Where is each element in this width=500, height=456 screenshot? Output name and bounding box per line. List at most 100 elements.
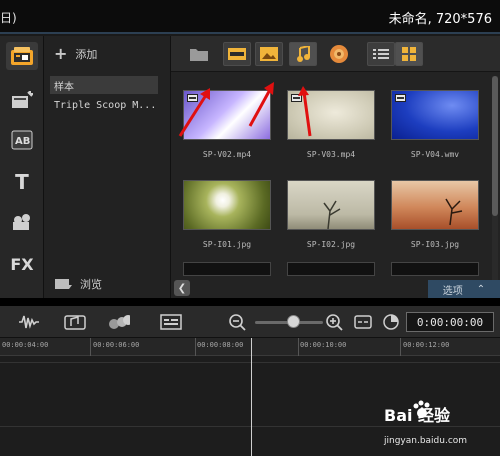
zoom-in-button[interactable] <box>323 312 345 332</box>
transition-icon: AB <box>11 130 33 150</box>
auto-music-button[interactable] <box>64 312 86 332</box>
show-video-button[interactable] <box>223 42 251 66</box>
media-label-sp-i02: SP-I02.jpg <box>306 240 356 249</box>
chevron-left-icon: ❮ <box>177 282 187 294</box>
thumbnail-view-button[interactable] <box>395 42 423 66</box>
timecode-display[interactable]: 0:00:00:00 <box>406 312 494 332</box>
media-thumb-partial[interactable] <box>183 262 271 276</box>
ruler-label: 00:00:08:00 <box>197 341 244 349</box>
add-label: 添加 <box>75 48 98 61</box>
media-thumb-sp-v04[interactable] <box>391 90 479 140</box>
graphics-icon <box>13 214 30 230</box>
collapse-left-button[interactable]: ❮ <box>174 280 190 296</box>
media-toolbar <box>171 36 500 72</box>
fit-project-icon <box>354 315 372 329</box>
folder-button[interactable] <box>185 42 213 66</box>
duration-button[interactable] <box>380 312 402 332</box>
library-item-triple-scoop[interactable]: Triple Scoop M... <box>54 100 156 111</box>
folder-icon <box>190 49 208 61</box>
tree-silhouette-icon <box>323 200 341 230</box>
filter-icon: FX <box>10 254 34 274</box>
ruler-label: 00:00:12:00 <box>403 341 450 349</box>
media-label-sp-i03: SP-I03.jpg <box>410 240 460 249</box>
sound-mixer-icon <box>19 315 39 329</box>
sort-button[interactable] <box>325 42 353 66</box>
duration-icon <box>383 314 399 330</box>
add-folder-button[interactable]: + 添加 <box>54 46 97 62</box>
timeline-ruler[interactable]: 00:00:04:00 00:00:06:00 00:00:08:00 00:0… <box>0 338 500 356</box>
media-label-sp-v04: SP-V04.wmv <box>410 150 460 159</box>
media-thumb-sp-i02[interactable] <box>287 180 375 230</box>
playhead[interactable] <box>251 338 252 456</box>
media-panel: SP-V02.mp4 SP-V03.mp4 SP-V04.wmv SP-I01.… <box>170 36 500 298</box>
fit-project-button[interactable] <box>352 312 374 332</box>
media-label-sp-v03: SP-V03.mp4 <box>306 150 356 159</box>
media-library-button[interactable] <box>6 42 38 70</box>
browse-icon <box>55 279 72 289</box>
title-icon: T <box>15 170 29 194</box>
timeline-toolbar: 0:00:00:00 <box>0 306 500 338</box>
baidu-watermark: Bai 经验 jingyan.baidu.com <box>384 400 496 452</box>
zoom-slider-knob[interactable] <box>287 315 300 328</box>
list-view-button[interactable] <box>367 42 395 66</box>
show-photo-icon <box>260 47 278 61</box>
ruler-label: 00:00:04:00 <box>2 341 49 349</box>
zoom-out-button[interactable] <box>226 312 248 332</box>
options-label: 选项 <box>442 285 463 297</box>
plus-icon: + <box>54 44 68 63</box>
media-label-sp-v02: SP-V02.mp4 <box>202 150 252 159</box>
zoom-out-icon <box>229 314 246 331</box>
title-fragment: 日) <box>0 11 17 25</box>
transition-button[interactable]: AB <box>6 126 38 154</box>
instant-project-button[interactable] <box>6 86 38 114</box>
watermark-main: Bai 经验 <box>384 406 451 425</box>
scrollbar-thumb[interactable] <box>492 76 498 216</box>
video-badge-icon <box>395 94 406 102</box>
ruler-tick <box>90 338 91 356</box>
media-thumb-partial[interactable] <box>287 262 375 276</box>
media-library-icon <box>11 47 33 65</box>
sort-icon <box>330 45 348 63</box>
auto-music-icon <box>64 315 86 330</box>
motion-track-button[interactable] <box>108 312 130 332</box>
dead-tree-icon <box>445 198 463 226</box>
motion-track-icon <box>109 315 130 329</box>
ruler-label: 00:00:06:00 <box>93 341 140 349</box>
subtitle-editor-icon <box>160 314 182 330</box>
project-title: 未命名, 720*576 <box>388 12 492 27</box>
track-divider <box>0 362 500 363</box>
media-label-sp-i01: SP-I01.jpg <box>202 240 252 249</box>
sound-mixer-button[interactable] <box>18 312 40 332</box>
svg-text:AB: AB <box>15 136 30 147</box>
ruler-label: 00:00:10:00 <box>300 341 347 349</box>
subtitle-editor-button[interactable] <box>160 312 182 332</box>
show-photo-button[interactable] <box>255 42 283 66</box>
panel-divider <box>0 298 500 306</box>
list-view-icon <box>373 49 389 59</box>
browse-label: 浏览 <box>80 278 102 291</box>
show-audio-button[interactable] <box>289 42 317 66</box>
zoom-in-icon <box>326 314 343 331</box>
filter-button[interactable]: FX <box>6 250 38 278</box>
chevron-up-double-icon: ⌃ <box>476 283 486 295</box>
media-thumb-sp-i01[interactable] <box>183 180 271 230</box>
instant-project-icon <box>12 91 33 108</box>
ruler-tick <box>195 338 196 356</box>
category-rail: AB T FX <box>0 36 44 298</box>
media-vertical-scrollbar[interactable] <box>492 76 498 292</box>
watermark-url: jingyan.baidu.com <box>384 436 468 446</box>
show-audio-icon <box>297 46 310 62</box>
library-item-samples[interactable]: 样本 <box>54 78 74 93</box>
title-bar: 日) 未命名, 720*576 <box>0 0 500 34</box>
media-thumb-sp-i03[interactable] <box>391 180 479 230</box>
annotation-arrows <box>178 82 312 137</box>
options-button[interactable]: 选项 ⌃ <box>428 280 500 298</box>
media-thumb-partial[interactable] <box>391 262 479 276</box>
graphics-button[interactable] <box>6 208 38 236</box>
ruler-tick <box>400 338 401 356</box>
ruler-tick <box>298 338 299 356</box>
browse-button[interactable]: 浏览 <box>54 276 102 292</box>
thumbnail-view-icon <box>402 47 416 61</box>
title-button[interactable]: T <box>6 168 38 196</box>
show-video-icon <box>228 48 246 60</box>
